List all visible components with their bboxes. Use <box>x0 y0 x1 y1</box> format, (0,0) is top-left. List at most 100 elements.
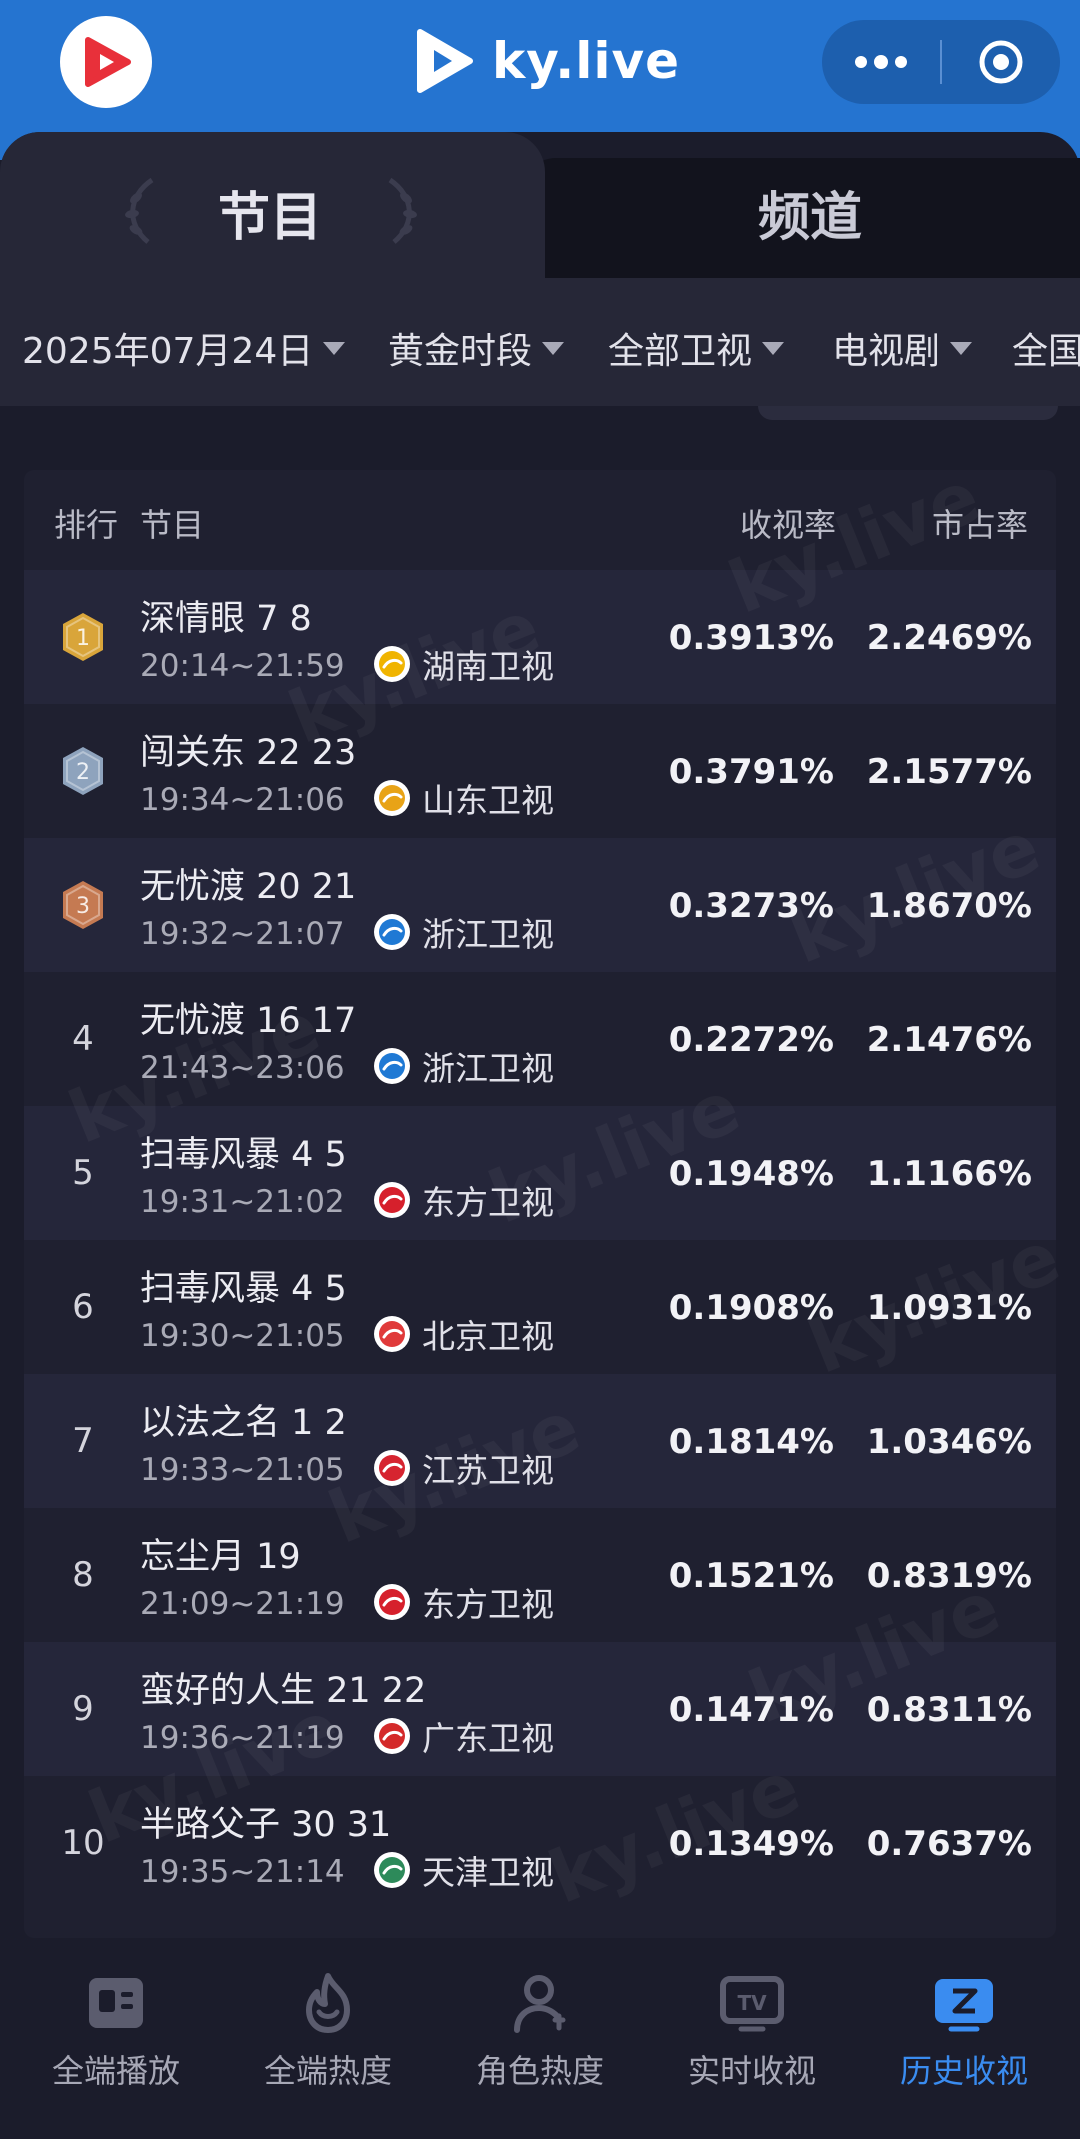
silver-medal-icon: 2 <box>56 704 110 838</box>
channel-logo-icon <box>374 646 410 682</box>
filter-channel-group[interactable]: 全部卫视 <box>608 322 785 374</box>
table-row[interactable]: 5 扫毒风暴 4 5 19:31~21:02 东方卫视 0.1948% 1.1166% <box>24 1106 1056 1240</box>
channel-name: 浙江卫视 <box>422 1049 554 1088</box>
table-row[interactable]: 2 闯关东 22 23 19:34~21:06 山东卫视 0.3791% 2.1577% <box>24 704 1056 838</box>
caret-down-icon <box>762 341 785 355</box>
nav-all-platform-heat[interactable]: 全端热度 <box>220 1972 436 2112</box>
rank-number: 4 <box>72 1019 94 1059</box>
rank-number: 7 <box>72 1421 94 1461</box>
nav-label: 历史收视 <box>899 2052 1028 2090</box>
header-share[interactable]: 市占率 <box>932 500 1028 546</box>
share-value: 2.2469% <box>866 618 1032 658</box>
rating-value: 0.3791% <box>668 752 834 792</box>
filter-channel-group-label: 全部卫视 <box>608 331 753 372</box>
share-value: 2.1476% <box>866 1020 1032 1060</box>
nav-character-heat[interactable]: 角色热度 <box>432 1972 648 2112</box>
svg-text:TV: TV <box>737 1991 767 2015</box>
rank-number: 10 <box>61 1823 105 1863</box>
rating-value: 0.1948% <box>668 1154 834 1194</box>
channel: 东方卫视 <box>374 1180 554 1222</box>
mini-program-capsule <box>822 20 1060 104</box>
table-row[interactable]: 1 深情眼 7 8 20:14~21:59 湖南卫视 0.3913% 2.2469% <box>24 570 1056 704</box>
person-icon <box>507 1972 573 2034</box>
table-row[interactable]: 9 蛮好的人生 21 22 19:36~21:19 广东卫视 0.1471% 0.8311… <box>24 1642 1056 1776</box>
rank-number: 9 <box>72 1689 94 1729</box>
channel-name: 北京卫视 <box>422 1317 554 1356</box>
filter-date-label: 2025年07月24日 <box>22 331 314 372</box>
rank-number: 1 <box>76 626 90 651</box>
tab-channels[interactable]: 频道 <box>540 175 1080 250</box>
bronze-medal-icon: 3 <box>56 838 110 972</box>
program-time: 21:09~21:19 <box>140 1586 345 1622</box>
rating-value: 0.2272% <box>668 1020 834 1060</box>
caret-down-icon <box>542 341 565 355</box>
more-button[interactable] <box>822 20 940 104</box>
gold-medal-icon: 1 <box>56 570 110 704</box>
horizontal-scroll-indicator[interactable] <box>758 406 1058 420</box>
filter-region[interactable]: 全国 <box>1012 322 1080 374</box>
tab-programs[interactable]: 节目 <box>0 175 540 250</box>
channel: 东方卫视 <box>374 1582 554 1624</box>
rating-value: 0.3273% <box>668 886 834 926</box>
table-row[interactable]: 6 扫毒风暴 4 5 19:30~21:05 北京卫视 0.1908% 1.0931% <box>24 1240 1056 1374</box>
playlist-icon <box>83 1972 149 2034</box>
filter-date[interactable]: 2025年07月24日 <box>22 322 346 374</box>
channel: 江苏卫视 <box>374 1448 554 1490</box>
program-title: 无忧渡 16 17 <box>140 1001 357 1041</box>
brand: ky.live <box>414 26 680 96</box>
caret-down-icon <box>950 341 973 355</box>
table-row[interactable]: 8 忘尘月 19 21:09~21:19 东方卫视 0.1521% 0.8319% <box>24 1508 1056 1642</box>
nav-label: 全端热度 <box>263 2052 392 2090</box>
channel-name: 江苏卫视 <box>422 1451 554 1490</box>
bottom-nav: 全端播放 全端热度 角色热度 TV 实时收视 历史收视 <box>0 1950 1080 2139</box>
brand-name: ky.live <box>492 32 681 90</box>
channel-logo-icon <box>374 914 410 950</box>
channel-logo-icon <box>374 1450 410 1486</box>
table-header: 排行 节目 收视率 市占率 <box>24 470 1056 570</box>
channel: 天津卫视 <box>374 1850 554 1892</box>
program-title: 忘尘月 19 <box>140 1537 301 1577</box>
channel: 山东卫视 <box>374 778 554 820</box>
table-row[interactable]: 4 无忧渡 16 17 21:43~23:06 浙江卫视 0.2272% 2.1476% <box>24 972 1056 1106</box>
channel-name: 湖南卫视 <box>422 647 554 686</box>
header-rating[interactable]: 收视率 <box>740 500 836 546</box>
brand-logo-icon <box>417 29 473 93</box>
program-time: 21:43~23:06 <box>140 1050 345 1086</box>
share-value: 0.8319% <box>866 1556 1032 1596</box>
table-row[interactable]: 7 以法之名 1 2 19:33~21:05 江苏卫视 0.1814% 1.0346% <box>24 1374 1056 1508</box>
channel-logo-icon <box>374 1718 410 1754</box>
filter-time-slot-label: 黄金时段 <box>388 331 533 372</box>
table-row[interactable]: 3 无忧渡 20 21 19:32~21:07 浙江卫视 0.3273% 1.8670% <box>24 838 1056 972</box>
share-value: 0.7637% <box>866 1824 1032 1864</box>
header-rank: 排行 <box>54 506 119 544</box>
program-title: 扫毒风暴 4 5 <box>140 1269 347 1309</box>
nav-label: 全端播放 <box>51 2052 180 2090</box>
program-title: 半路父子 30 31 <box>140 1805 392 1845</box>
rating-value: 0.1349% <box>668 1824 834 1864</box>
rating-value: 0.1908% <box>668 1288 834 1328</box>
program-title: 无忧渡 20 21 <box>140 867 357 907</box>
rating-value: 0.1814% <box>668 1422 834 1462</box>
nav-label: 实时收视 <box>687 2052 816 2090</box>
rank-number: 6 <box>72 1287 94 1327</box>
filter-genre[interactable]: 电视剧 <box>832 322 973 374</box>
channel: 广东卫视 <box>374 1716 554 1758</box>
app-logo-icon[interactable] <box>60 16 152 108</box>
close-button[interactable] <box>942 20 1060 104</box>
nav-all-platform-plays[interactable]: 全端播放 <box>8 1972 224 2112</box>
share-value: 1.1166% <box>866 1154 1032 1194</box>
nav-realtime-ratings[interactable]: TV 实时收视 <box>644 1972 860 2112</box>
table-row[interactable]: 10 半路父子 30 31 19:35~21:14 天津卫视 0.1349% 0.7637… <box>24 1776 1056 1910</box>
filter-region-label: 全国 <box>1012 331 1080 372</box>
filter-time-slot[interactable]: 黄金时段 <box>388 322 565 374</box>
program-time: 19:34~21:06 <box>140 782 345 818</box>
share-value: 0.8311% <box>866 1690 1032 1730</box>
share-value: 1.0931% <box>866 1288 1032 1328</box>
channel-name: 浙江卫视 <box>422 915 554 954</box>
program-time: 19:31~21:02 <box>140 1184 345 1220</box>
share-value: 1.8670% <box>866 886 1032 926</box>
rank-number: 8 <box>72 1555 94 1595</box>
nav-historical-ratings[interactable]: 历史收视 <box>856 1972 1072 2112</box>
channel-logo-icon <box>374 1584 410 1620</box>
history-icon <box>931 1972 997 2034</box>
